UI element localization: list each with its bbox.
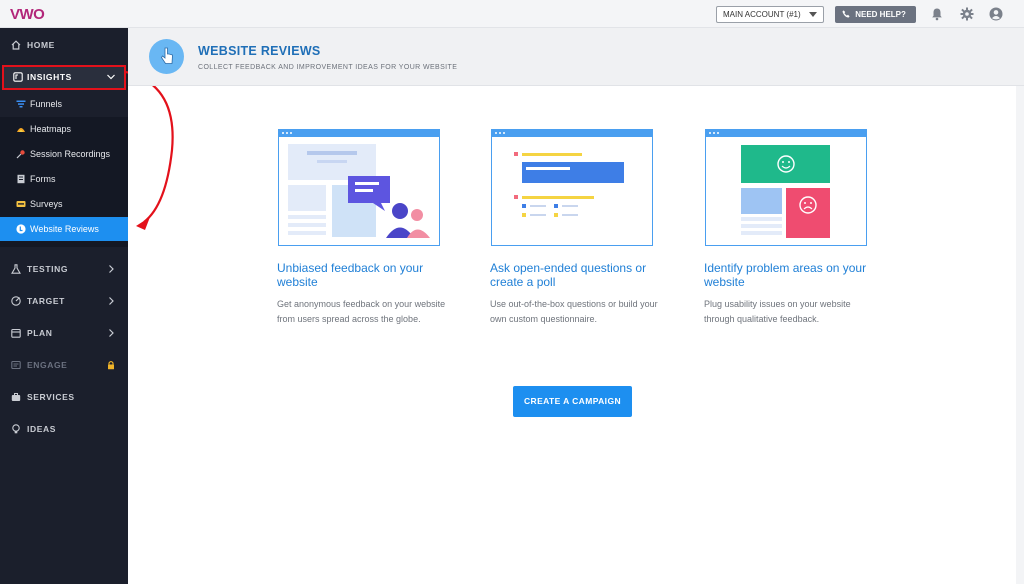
card-title: Identify problem areas on your website (704, 261, 867, 289)
insights-icon (13, 72, 23, 82)
recording-icon (16, 150, 25, 159)
illustration-problem-areas (705, 129, 867, 246)
briefcase-icon (11, 393, 21, 401)
nav-plan-label: PLAN (27, 328, 53, 338)
need-help-label: NEED HELP? (855, 10, 906, 19)
bell-icon[interactable] (930, 7, 944, 21)
card-title: Unbiased feedback on your website (277, 261, 424, 289)
nav-ideas[interactable]: IDEAS (0, 418, 128, 440)
header-icon-circle (149, 39, 184, 74)
nav-plan[interactable]: PLAN (0, 322, 128, 344)
create-campaign-button[interactable]: CREATE A CAMPAIGN (513, 386, 632, 417)
sidebar-item-label: Session Recordings (30, 149, 111, 159)
illustration-feedback (278, 129, 440, 246)
nav-home-label: HOME (27, 40, 55, 50)
nav-home[interactable]: HOME (0, 34, 128, 56)
card-description: Plug usability issues on your website th… (704, 299, 851, 324)
nav-ideas-label: IDEAS (27, 424, 56, 434)
pointer-hand-icon (161, 47, 173, 64)
nav-insights-label: INSIGHTS (27, 72, 72, 82)
sidebar-item-label: Surveys (30, 199, 63, 209)
nav-testing[interactable]: TESTING (0, 258, 128, 280)
sidebar-item-label: Forms (30, 174, 56, 184)
sidebar-item-website-reviews[interactable]: Website Reviews (0, 217, 128, 241)
sidebar-item-session-recordings[interactable]: Session Recordings (0, 142, 128, 166)
funnel-icon (16, 100, 26, 108)
chevron-down-icon (107, 74, 115, 80)
sidebar-item-label: Funnels (30, 99, 63, 109)
sidebar-item-label: Heatmaps (30, 124, 72, 134)
vwo-logo[interactable]: VWO (10, 6, 45, 23)
sidebar-item-surveys[interactable]: Surveys (0, 192, 128, 216)
plan-icon (11, 328, 21, 338)
account-select-label: MAIN ACCOUNT (#1) (723, 10, 801, 19)
lock-icon (108, 361, 114, 370)
top-bar: VWO MAIN ACCOUNT (#1) NEED HELP? (0, 0, 1024, 28)
sidebar: HOME INSIGHTS Funnels Heatmaps Session R… (0, 28, 128, 584)
nav-engage-label: ENGAGE (27, 360, 68, 370)
sidebar-item-label: Website Reviews (30, 224, 99, 234)
heatmap-icon (17, 128, 25, 132)
illustration-poll (491, 129, 653, 246)
phone-icon (842, 10, 850, 18)
nav-engage[interactable]: ENGAGE (0, 354, 128, 376)
page-header: WEBSITE REVIEWS COLLECT FEEDBACK AND IMP… (128, 28, 1024, 86)
need-help-button[interactable]: NEED HELP? (835, 6, 916, 23)
page-subtitle: COLLECT FEEDBACK AND IMPROVEMENT IDEAS F… (198, 64, 458, 71)
nav-target-label: TARGET (27, 296, 65, 306)
target-icon (11, 296, 21, 306)
nav-insights[interactable]: INSIGHTS (2, 65, 126, 90)
flask-icon (11, 264, 21, 274)
sidebar-item-forms[interactable]: Forms (0, 167, 128, 191)
form-icon (17, 174, 25, 184)
nav-services[interactable]: SERVICES (0, 386, 128, 408)
engage-icon (11, 360, 21, 370)
page-title: WEBSITE REVIEWS (198, 44, 321, 58)
chevron-right-icon (109, 265, 114, 273)
sidebar-item-funnels[interactable]: Funnels (0, 92, 128, 116)
home-icon (11, 40, 21, 50)
sidebar-item-heatmaps[interactable]: Heatmaps (0, 117, 128, 141)
user-icon[interactable] (989, 7, 1003, 21)
account-select[interactable]: MAIN ACCOUNT (#1) (716, 6, 824, 23)
chevron-right-icon (109, 329, 114, 337)
card-title: Ask open-ended questions or create a pol… (490, 261, 647, 289)
nav-testing-label: TESTING (27, 264, 69, 274)
card-description: Use out-of-the-box questions or build yo… (490, 299, 658, 324)
nav-services-label: SERVICES (27, 392, 75, 402)
chevron-right-icon (109, 297, 114, 305)
lightbulb-icon (12, 424, 20, 434)
gear-icon[interactable] (960, 7, 974, 21)
card-description: Get anonymous feedback on your website f… (277, 299, 446, 324)
nav-target[interactable]: TARGET (0, 290, 128, 312)
caret-down-icon (809, 12, 817, 17)
survey-icon (16, 201, 26, 207)
scrollbar[interactable] (1016, 86, 1024, 584)
review-icon (16, 224, 26, 234)
